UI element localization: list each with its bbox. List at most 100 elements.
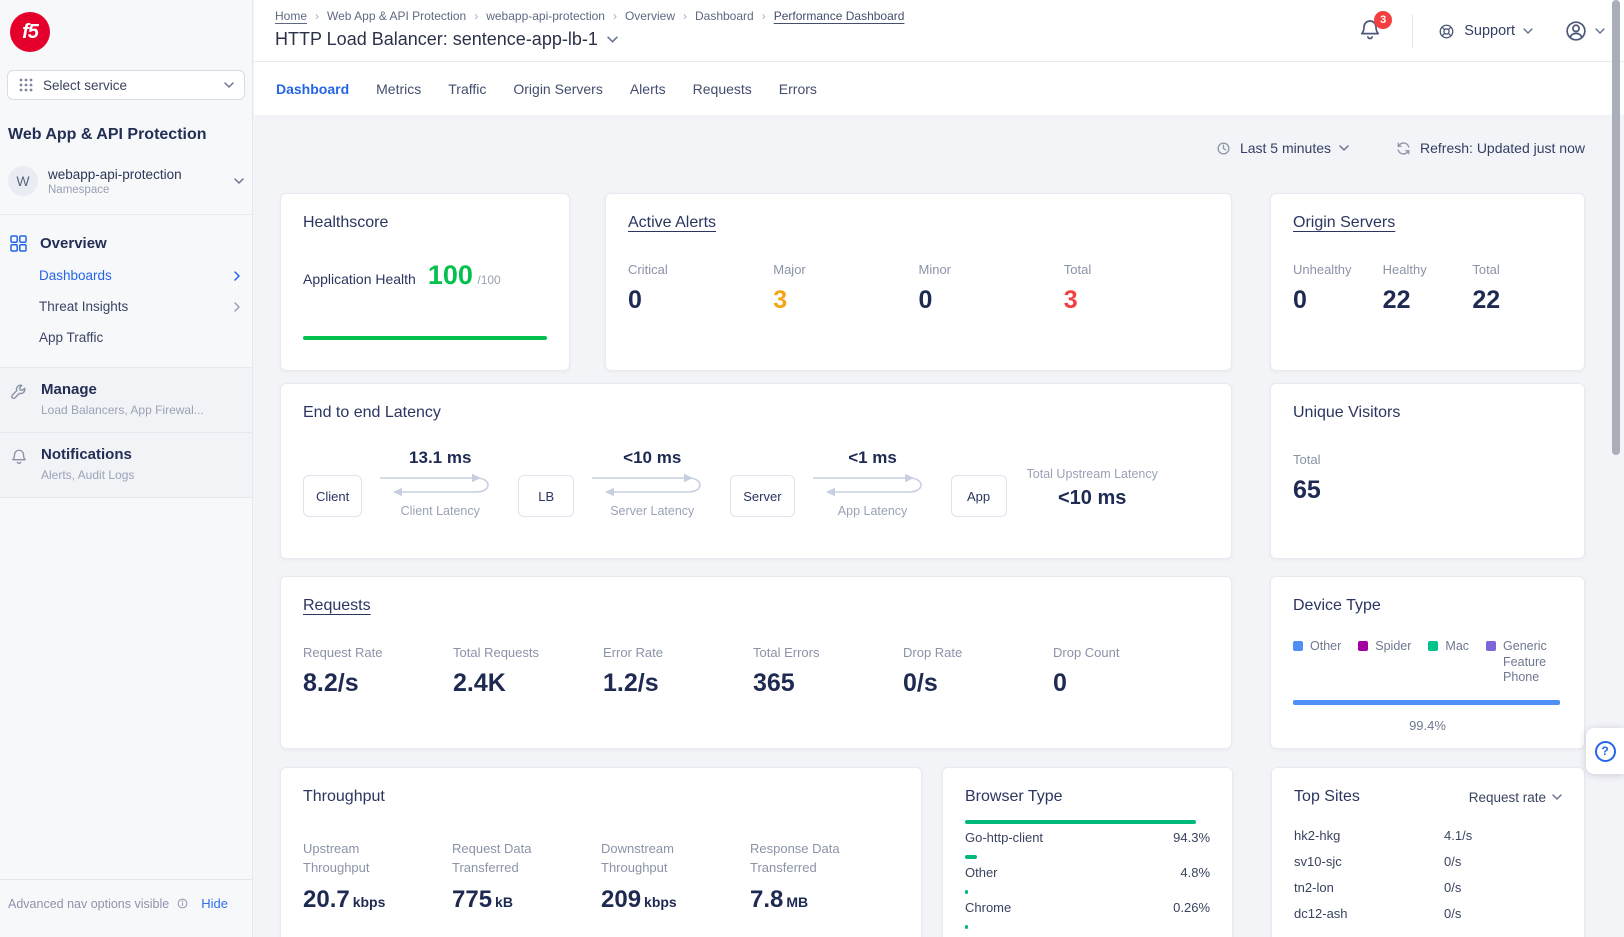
stat-request-data-transferred: Request Data Transferred 775kB xyxy=(452,840,601,914)
unique-visitors-title: Unique Visitors xyxy=(1293,404,1562,422)
chevron-right-icon xyxy=(234,271,240,281)
breadcrumb: Home › Web App & API Protection › webapp… xyxy=(275,9,904,23)
title-chevron-down-icon[interactable] xyxy=(607,36,618,43)
latency-title: End to end Latency xyxy=(303,404,1209,422)
legend-swatch xyxy=(1358,641,1368,651)
namespace-avatar: W xyxy=(8,166,38,196)
help-button[interactable]: ? xyxy=(1586,728,1624,774)
tab-traffic[interactable]: Traffic xyxy=(448,81,486,97)
stat-unique-visitors-total: Total 65 xyxy=(1293,452,1321,505)
breadcrumb-separator: › xyxy=(762,9,766,23)
breadcrumb-separator: › xyxy=(683,9,687,23)
app-root: f5 Select service Web App & API Protecti… xyxy=(0,0,1624,937)
device-type-legend: Other Spider Mac Generic Feature Phone xyxy=(1293,639,1562,686)
origin-servers-title-link[interactable]: Origin Servers xyxy=(1293,214,1395,231)
unique-visitors-card: Unique Visitors Total 65 xyxy=(1270,383,1585,559)
device-type-title: Device Type xyxy=(1293,597,1562,615)
support-menu[interactable]: Support xyxy=(1437,22,1533,41)
legend-swatch xyxy=(1486,641,1496,651)
device-type-card: Device Type Other Spider Mac xyxy=(1270,576,1585,749)
chevron-down-icon xyxy=(1595,28,1605,34)
sidebar-item-dashboards[interactable]: Dashboards xyxy=(0,260,252,291)
tab-alerts[interactable]: Alerts xyxy=(630,81,666,97)
cards-row-3: Requests Request Rate 8.2/s Total Reques… xyxy=(280,576,1585,749)
info-icon[interactable] xyxy=(175,896,190,911)
browser-bar xyxy=(965,820,1196,824)
stat-total-requests: Total Requests 2.4K xyxy=(453,645,603,698)
top-site-row: tn2-lon 0/s xyxy=(1294,874,1562,900)
tab-dashboard[interactable]: Dashboard xyxy=(276,81,349,97)
tab-requests[interactable]: Requests xyxy=(693,81,752,97)
requests-title-link[interactable]: Requests xyxy=(303,597,371,614)
tab-origin-servers[interactable]: Origin Servers xyxy=(513,81,602,97)
time-range-selector[interactable]: Last 5 minutes xyxy=(1215,140,1349,157)
tab-bar: Dashboard Metrics Traffic Origin Servers… xyxy=(254,62,1624,115)
stat-request-rate: Request Rate 8.2/s xyxy=(303,645,453,698)
top-site-row: dc12-ash 0/s xyxy=(1294,900,1562,926)
browser-row-chrome: Chrome 0.26% xyxy=(965,890,1210,915)
notification-badge: 3 xyxy=(1374,11,1392,29)
breadcrumb-item[interactable]: Dashboard xyxy=(695,9,754,23)
cards-row-4: Throughput Upstream Throughput 20.7kbps … xyxy=(280,767,1585,937)
healthscore-max: /100 xyxy=(477,273,500,287)
stat-healthy: Healthy 22 xyxy=(1383,262,1473,315)
advanced-nav-text: Advanced nav options visible xyxy=(8,897,169,911)
notifications-sublabel: Alerts, Audit Logs xyxy=(41,468,134,482)
bell-icon xyxy=(10,448,28,482)
browser-bar xyxy=(965,890,968,894)
header-divider xyxy=(1412,14,1413,48)
namespace-selector[interactable]: W webapp-api-protection Namespace xyxy=(8,166,244,196)
sidebar-item-notifications[interactable]: Notifications Alerts, Audit Logs xyxy=(0,432,252,498)
tab-metrics[interactable]: Metrics xyxy=(376,81,421,97)
top-site-row: sv10-sjc 0/s xyxy=(1294,848,1562,874)
select-service-dropdown[interactable]: Select service xyxy=(7,70,245,100)
apps-grid-icon xyxy=(18,77,34,93)
user-menu[interactable] xyxy=(1563,18,1605,44)
stat-minor: Minor 0 xyxy=(919,262,1064,315)
latency-hop-app: <1 ms App Latency xyxy=(809,448,937,518)
refresh-button[interactable]: Refresh: Updated just now xyxy=(1395,140,1585,157)
sidebar-item-overview[interactable]: Overview xyxy=(0,227,252,260)
select-service-label: Select service xyxy=(43,78,215,93)
sidebar-item-manage[interactable]: Manage Load Balancers, App Firewal... xyxy=(0,367,252,432)
f5-logo: f5 xyxy=(10,12,50,52)
healthscore-title: Healthscore xyxy=(303,214,547,232)
browser-row-go-http-client: Go-http-client 94.3% xyxy=(965,820,1210,845)
browser-row-ie: IE 0.17% xyxy=(965,925,1210,937)
tab-errors[interactable]: Errors xyxy=(779,81,817,97)
breadcrumb-item[interactable]: Web App & API Protection xyxy=(327,9,466,23)
breadcrumb-item[interactable]: Overview xyxy=(625,9,675,23)
namespace-type-label: Namespace xyxy=(48,184,182,196)
healthscore-value: 100 xyxy=(428,260,473,290)
active-alerts-title-link[interactable]: Active Alerts xyxy=(628,214,716,231)
throughput-card: Throughput Upstream Throughput 20.7kbps … xyxy=(280,767,922,937)
notifications-bell-button[interactable]: 3 xyxy=(1358,18,1384,44)
sidebar-item-app-traffic[interactable]: App Traffic xyxy=(0,322,252,353)
threat-insights-label: Threat Insights xyxy=(39,299,128,314)
notifications-label: Notifications xyxy=(41,446,134,463)
refresh-label: Refresh: Updated just now xyxy=(1420,140,1585,156)
stat-critical: Critical 0 xyxy=(628,262,773,315)
stat-alerts-total: Total 3 xyxy=(1064,262,1209,315)
stat-upstream-throughput: Upstream Throughput 20.7kbps xyxy=(303,840,452,914)
chevron-down-icon xyxy=(1339,145,1349,151)
stat-downstream-throughput: Downstream Throughput 209kbps xyxy=(601,840,750,914)
top-site-row: hk2-hkg 4.1/s xyxy=(1294,822,1562,848)
cards-row-1: Healthscore Application Health 100 /100 … xyxy=(280,193,1585,371)
breadcrumb-current[interactable]: Performance Dashboard xyxy=(774,9,905,23)
breadcrumb-home[interactable]: Home xyxy=(275,9,307,23)
header-right: 3 Support xyxy=(1358,0,1605,62)
healthscore-bar xyxy=(303,336,547,340)
latency-node-lb: LB xyxy=(518,475,574,517)
dashboards-label: Dashboards xyxy=(39,268,112,283)
page-scrollbar-thumb[interactable] xyxy=(1612,0,1620,455)
overview-label: Overview xyxy=(40,235,107,252)
manage-label: Manage xyxy=(41,381,204,398)
hide-nav-link[interactable]: Hide xyxy=(201,896,228,911)
top-sites-sort-dropdown[interactable]: Request rate xyxy=(1469,790,1562,805)
sidebar-footer: Advanced nav options visible Hide xyxy=(0,879,252,937)
stat-error-rate: Error Rate 1.2/s xyxy=(603,645,753,698)
legend-item-other: Other xyxy=(1293,639,1341,655)
breadcrumb-item[interactable]: webapp-api-protection xyxy=(486,9,605,23)
sidebar-item-threat-insights[interactable]: Threat Insights xyxy=(0,291,252,322)
